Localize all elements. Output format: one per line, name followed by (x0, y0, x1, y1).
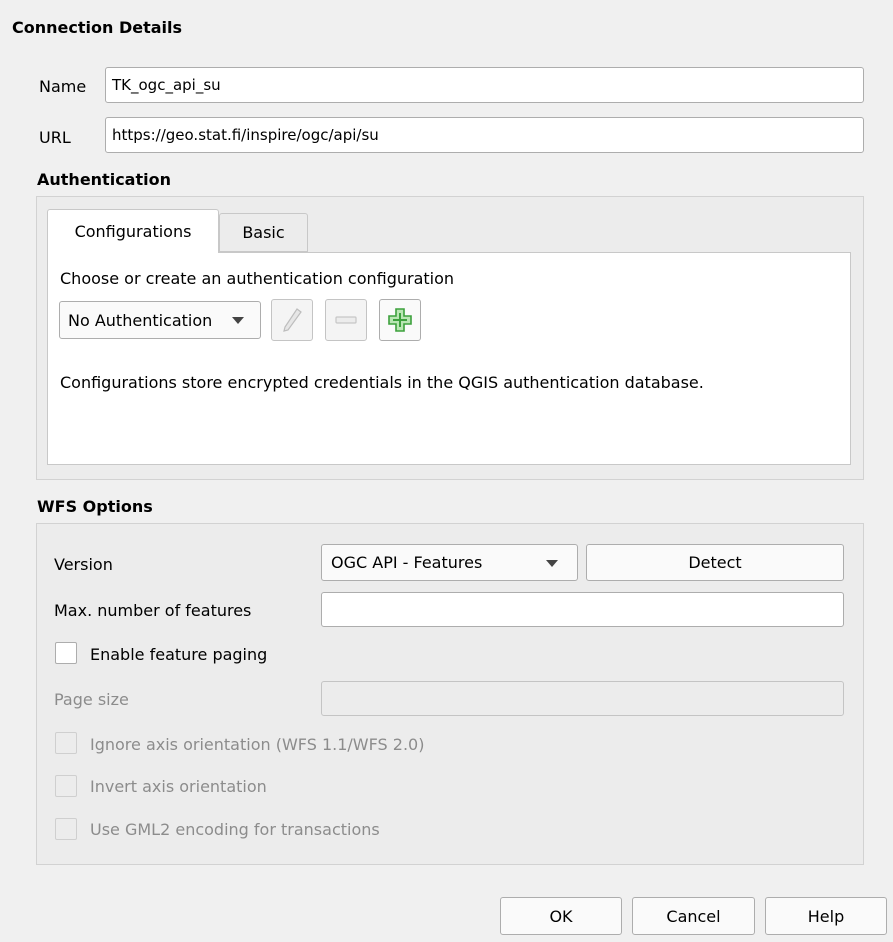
version-dropdown[interactable]: OGC API - Features (321, 544, 578, 581)
auth-config-dropdown[interactable]: No Authentication (59, 301, 261, 339)
help-button-label: Help (807, 906, 845, 926)
chevron-down-icon (546, 560, 558, 567)
tab-basic-label: Basic (242, 223, 285, 242)
tab-basic[interactable]: Basic (219, 213, 308, 252)
detect-button[interactable]: Detect (586, 544, 844, 581)
gml2-checkbox[interactable] (55, 818, 77, 840)
name-input-value: TK_ogc_api_su (112, 76, 221, 94)
wfs-options-title: WFS Options (37, 497, 153, 516)
page-size-input[interactable] (321, 681, 844, 716)
ok-button-label: OK (549, 906, 573, 926)
version-dropdown-value: OGC API - Features (331, 553, 483, 572)
ignore-axis-label: Ignore axis orientation (WFS 1.1/WFS 2.0… (90, 735, 425, 754)
gml2-label: Use GML2 encoding for transactions (90, 820, 380, 839)
max-features-input[interactable] (321, 592, 844, 627)
pencil-icon (283, 308, 302, 332)
enable-paging-checkbox[interactable] (55, 642, 77, 664)
edit-auth-button[interactable] (271, 299, 313, 341)
invert-axis-label: Invert axis orientation (90, 777, 267, 796)
auth-info-text: Configurations store encrypted credentia… (60, 373, 704, 392)
tab-configurations[interactable]: Configurations (47, 209, 219, 253)
add-auth-button[interactable] (379, 299, 421, 341)
url-input[interactable]: https://geo.stat.fi/inspire/ogc/api/su (105, 117, 864, 153)
page-size-label: Page size (54, 690, 129, 709)
help-button[interactable]: Help (765, 897, 887, 935)
url-label: URL (39, 128, 71, 147)
cancel-button-label: Cancel (666, 906, 721, 926)
ignore-axis-checkbox[interactable] (55, 732, 77, 754)
ok-button[interactable]: OK (500, 897, 622, 935)
max-features-label: Max. number of features (54, 601, 252, 620)
enable-paging-label: Enable feature paging (90, 645, 268, 664)
authentication-title: Authentication (37, 170, 171, 189)
remove-auth-button[interactable] (325, 299, 367, 341)
version-label: Version (54, 555, 113, 574)
choose-auth-text: Choose or create an authentication confi… (60, 269, 455, 288)
chevron-down-icon (232, 317, 244, 324)
detect-button-label: Detect (688, 553, 742, 572)
name-input[interactable]: TK_ogc_api_su (105, 67, 864, 103)
cancel-button[interactable]: Cancel (632, 897, 755, 935)
name-label: Name (39, 77, 87, 96)
url-input-value: https://geo.stat.fi/inspire/ogc/api/su (112, 126, 379, 144)
invert-axis-checkbox[interactable] (55, 775, 77, 797)
plus-icon (388, 308, 412, 332)
tab-configurations-label: Configurations (74, 222, 192, 241)
auth-config-dropdown-value: No Authentication (68, 310, 213, 330)
connection-details-title: Connection Details (12, 18, 183, 37)
minus-icon (335, 316, 357, 324)
